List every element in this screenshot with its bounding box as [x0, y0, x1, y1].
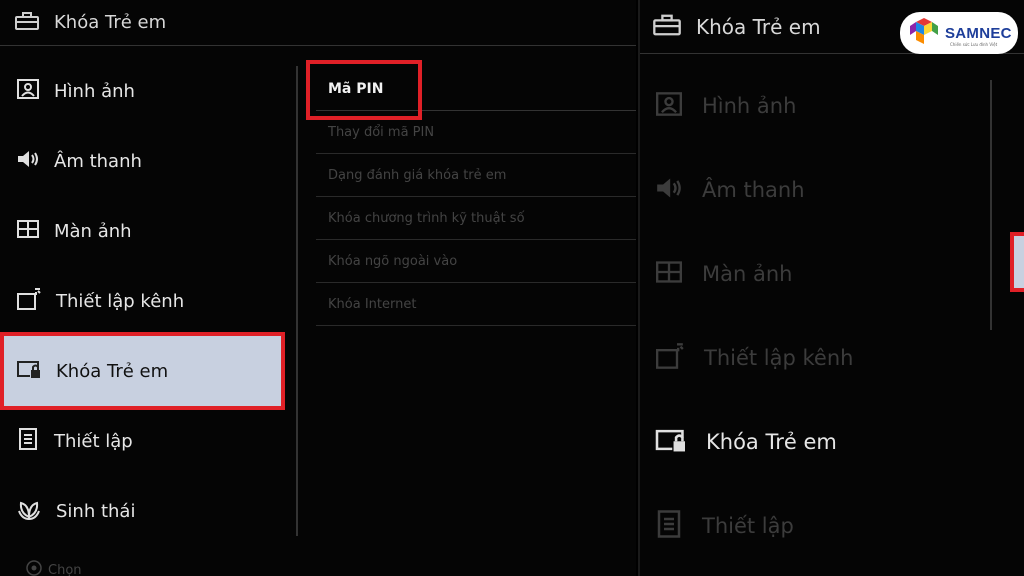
dpad-icon	[26, 560, 42, 576]
submenu-item-internet-lock[interactable]: Khóa Internet	[316, 283, 636, 326]
toolbox-icon	[652, 13, 682, 41]
menu-item-screen[interactable]: Màn ảnh	[640, 232, 980, 316]
menu-item-settings[interactable]: Thiết lập	[0, 406, 285, 476]
footer-hint: Chọn	[26, 560, 82, 576]
menu-item-sound[interactable]: Âm thanh	[640, 148, 980, 232]
menu-item-label: Màn ảnh	[702, 262, 793, 286]
footer-label: Chọn	[48, 562, 82, 576]
parental-lock-icon	[16, 358, 42, 385]
settings-icon	[654, 509, 684, 544]
settings-icon	[16, 427, 40, 456]
brand-tagline: Chiến sức Lưu đình Việt	[950, 42, 998, 47]
menu-item-channel-setup[interactable]: Thiết lập kênh	[640, 316, 980, 400]
toolbox-icon	[14, 11, 40, 35]
main-menu: Hình ảnh Âm thanh Màn ảnh Thiết lập kênh…	[640, 64, 980, 568]
screen-icon	[16, 218, 40, 245]
menu-item-label: Âm thanh	[702, 178, 805, 202]
menu-item-picture[interactable]: Hình ảnh	[640, 64, 980, 148]
column-divider	[296, 66, 298, 536]
header-title: Khóa Trẻ em	[54, 12, 167, 33]
pin-highlight-box	[306, 60, 422, 120]
samnec-logo: SAMNEC Chiến sức Lưu đình Việt	[900, 12, 1018, 54]
menu-item-label: Sinh thái	[56, 500, 136, 522]
menu-item-label: Hình ảnh	[54, 80, 135, 102]
menu-item-label: Thiết lập	[54, 430, 133, 452]
tv-menu-panel-left: Khóa Trẻ em Hình ảnh Âm thanh Màn ảnh Th…	[0, 0, 636, 576]
menu-item-label: Thiết lập kênh	[56, 290, 185, 312]
picture-icon	[654, 91, 684, 122]
menu-item-label: Khóa Trẻ em	[56, 360, 169, 382]
speaker-icon	[16, 148, 40, 175]
eco-icon	[16, 497, 42, 526]
menu-item-eco[interactable]: Sinh thái	[0, 476, 285, 546]
menu-item-label: Âm thanh	[54, 150, 142, 172]
menu-item-settings[interactable]: Thiết lập	[640, 484, 980, 568]
menu-item-screen[interactable]: Màn ảnh	[0, 196, 285, 266]
menu-item-sound[interactable]: Âm thanh	[0, 126, 285, 196]
submenu-item-external-input-lock[interactable]: Khóa ngõ ngoài vào	[316, 240, 636, 283]
speaker-icon	[654, 175, 684, 206]
menu-item-parental-lock[interactable]: Khóa Trẻ em	[0, 332, 285, 410]
picture-icon	[16, 78, 40, 105]
menu-item-parental-lock[interactable]: Khóa Trẻ em	[640, 400, 980, 484]
parental-lock-icon	[654, 426, 688, 459]
menu-item-picture[interactable]: Hình ảnh	[0, 56, 285, 126]
menu-item-label: Thiết lập	[702, 514, 794, 538]
menu-item-label: Thiết lập kênh	[704, 346, 854, 370]
tv-menu-panel-right: Khóa Trẻ em Hình ảnh Âm thanh Màn ảnh Th…	[638, 0, 1024, 576]
menu-item-label: Màn ảnh	[54, 220, 132, 242]
main-menu: Hình ảnh Âm thanh Màn ảnh Thiết lập kênh…	[0, 56, 285, 546]
brand-mark-icon	[908, 16, 940, 50]
menu-item-label: Khóa Trẻ em	[706, 430, 837, 454]
submenu-item-digital-lock[interactable]: Khóa chương trình kỹ thuật số	[316, 197, 636, 240]
brand-name: SAMNEC	[945, 24, 1012, 42]
column-divider	[990, 80, 992, 330]
header-title: Khóa Trẻ em	[696, 14, 821, 39]
channel-setup-icon	[654, 342, 686, 375]
screen-icon	[654, 259, 684, 290]
submenu-item-rating[interactable]: Dạng đánh giá khóa trẻ em	[316, 154, 636, 197]
menu-header: Khóa Trẻ em	[0, 0, 636, 46]
submenu-highlight-edge	[1010, 232, 1024, 292]
menu-item-channel-setup[interactable]: Thiết lập kênh	[0, 266, 285, 336]
channel-setup-icon	[16, 287, 42, 316]
menu-item-label: Hình ảnh	[702, 94, 797, 118]
